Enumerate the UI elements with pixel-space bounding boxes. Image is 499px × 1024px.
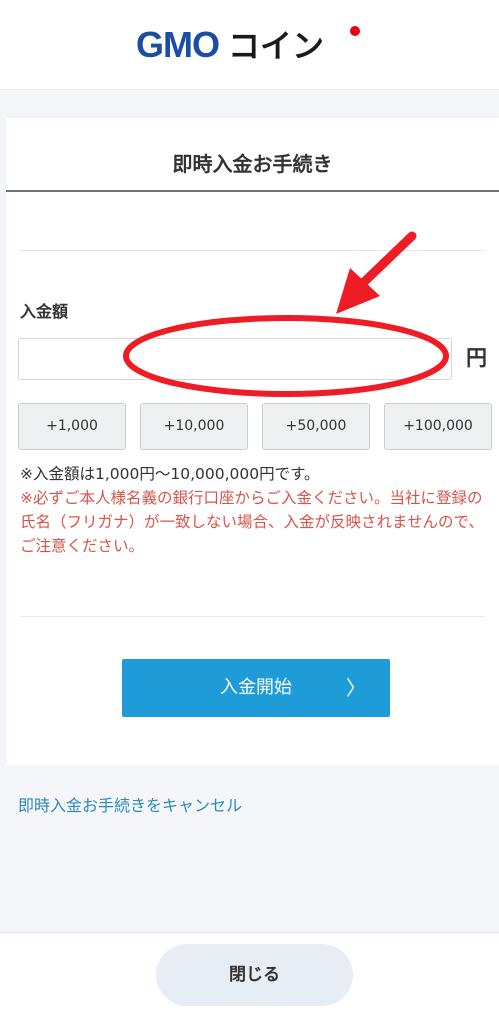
preset-1000-button[interactable]: +1,000 <box>18 403 126 450</box>
svg-text:GMO: GMO <box>136 24 219 64</box>
preset-50000-button[interactable]: +50,000 <box>262 403 370 450</box>
cancel-deposit-link[interactable]: 即時入金お手続きをキャンセル <box>18 792 242 816</box>
card-title: 即時入金お手続き <box>6 118 499 192</box>
deposit-card: 即時入金お手続き 入金額 円 +1,000 +10,000 +50,000 +1… <box>6 118 499 766</box>
amount-range-note: ※入金額は1,000円〜10,000,000円です。 <box>20 465 320 483</box>
gmo-coin-logo: GMO コイン <box>136 24 360 64</box>
app-header: GMO コイン <box>0 0 499 90</box>
amount-label: 入金額 <box>20 302 69 321</box>
close-button[interactable]: 閉じる <box>156 944 353 1006</box>
divider <box>20 250 485 251</box>
chevron-right-icon: 〉 <box>346 676 366 700</box>
amount-input[interactable] <box>18 338 452 380</box>
preset-100000-button[interactable]: +100,000 <box>384 403 492 450</box>
yen-unit-label: 円 <box>466 346 487 370</box>
start-deposit-label: 入金開始 <box>220 677 292 698</box>
preset-10000-button[interactable]: +10,000 <box>140 403 248 450</box>
start-deposit-button[interactable]: 入金開始 〉 <box>122 659 390 717</box>
footer-bar: 閉じる <box>0 932 499 1024</box>
account-name-warning: ※必ずご本人様名義の銀行口座からご入金ください。当社に登録の氏名（フリガナ）が一… <box>20 489 484 555</box>
divider <box>20 616 485 617</box>
svg-text:コイン: コイン <box>228 27 324 64</box>
